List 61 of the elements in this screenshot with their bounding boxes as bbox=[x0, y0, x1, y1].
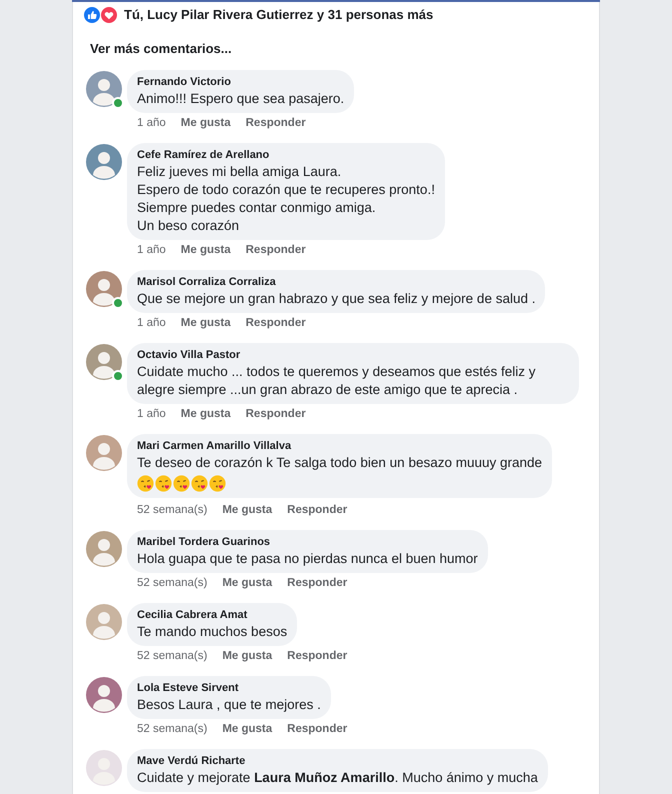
like-link[interactable]: Me gusta bbox=[222, 575, 272, 591]
reply-link[interactable]: Responder bbox=[246, 406, 306, 422]
comment-time: 52 semana(s) bbox=[137, 576, 208, 591]
avatar[interactable] bbox=[86, 677, 122, 713]
author-name[interactable]: Marisol Corraliza Corraliza bbox=[137, 275, 536, 290]
like-link[interactable]: Me gusta bbox=[180, 115, 231, 131]
comment-time: 52 semana(s) bbox=[137, 503, 208, 518]
author-name[interactable]: Maribel Tordera Guarinos bbox=[137, 535, 478, 550]
comment-text: Cuidate y mejorate Laura Muñoz Amarillo. Mucho ánimo y mucha bbox=[137, 769, 538, 787]
avatar[interactable] bbox=[86, 71, 122, 107]
comment-text: Hola guapa que te pasa no pierdas nunca el buen humor bbox=[137, 550, 478, 568]
comment-text: Te deseo de corazón k Te salga todo bien un besazo muuuy grande bbox=[137, 454, 542, 472]
like-link[interactable]: Me gusta bbox=[222, 502, 272, 518]
kiss-emoji-icon bbox=[173, 475, 190, 492]
comment-text: Besos Laura , que te mejores . bbox=[137, 696, 321, 714]
author-name[interactable]: Cecilia Cabrera Amat bbox=[137, 608, 288, 623]
avatar[interactable] bbox=[86, 604, 122, 640]
like-icon bbox=[84, 7, 100, 23]
like-link[interactable]: Me gusta bbox=[180, 406, 231, 422]
comment-time: 52 semana(s) bbox=[137, 649, 208, 664]
like-link[interactable]: Me gusta bbox=[180, 242, 231, 258]
reply-link[interactable]: Responder bbox=[287, 502, 348, 518]
comment-time: 1 año bbox=[137, 316, 166, 331]
comment-text: Te mando muchos besos bbox=[137, 623, 288, 641]
reply-link[interactable]: Responder bbox=[287, 575, 348, 591]
reactions-summary[interactable]: Tú, Lucy Pilar Rivera Gutierrez y 31 personas más bbox=[124, 5, 434, 25]
avatar[interactable] bbox=[86, 344, 122, 380]
kiss-emoji-icon bbox=[191, 475, 208, 492]
comment-time: 52 semana(s) bbox=[137, 722, 208, 737]
avatar[interactable] bbox=[86, 144, 122, 180]
comment-text: Animo!!! Espero que sea pasajero. bbox=[137, 90, 344, 108]
like-link[interactable]: Me gusta bbox=[222, 648, 272, 664]
author-name[interactable]: Lola Esteve Sirvent bbox=[137, 681, 321, 696]
comment-text: Que se mejore un gran habrazo y que sea feliz y mejore de salud . bbox=[137, 290, 536, 308]
reply-link[interactable]: Responder bbox=[246, 242, 306, 258]
avatar[interactable] bbox=[86, 531, 122, 567]
author-name[interactable]: Mari Carmen Amarillo Villalva bbox=[137, 439, 542, 454]
comment-text: Espero de todo corazón que te recuperes pronto.! bbox=[137, 181, 435, 199]
reply-link[interactable]: Responder bbox=[246, 115, 306, 131]
kiss-emoji-icon bbox=[155, 475, 172, 492]
comment-time: 1 año bbox=[137, 116, 166, 131]
like-link[interactable]: Me gusta bbox=[180, 315, 231, 331]
avatar[interactable] bbox=[86, 271, 122, 307]
comment-time: 1 año bbox=[137, 407, 166, 422]
author-name[interactable]: Fernando Victorio bbox=[137, 75, 344, 90]
reply-link[interactable]: Responder bbox=[287, 721, 348, 737]
comment-text: Cuidate mucho ... todos te queremos y deseamos que estés feliz y alegre siempre ...un gran abrazo de este amigo que te aprecia . bbox=[137, 363, 536, 399]
more-comments-link[interactable]: Ver más comentarios... bbox=[90, 39, 232, 58]
kiss-emoji-icon bbox=[209, 475, 226, 492]
author-name[interactable]: Mave Verdú Richarte bbox=[137, 754, 538, 769]
comment-time: 1 año bbox=[137, 243, 166, 258]
avatar[interactable] bbox=[86, 435, 122, 471]
like-link[interactable]: Me gusta bbox=[222, 721, 272, 737]
reply-link[interactable]: Responder bbox=[246, 315, 306, 331]
kiss-emoji-icon bbox=[137, 475, 154, 492]
comment-text: Feliz jueves mi bella amiga Laura. bbox=[137, 163, 342, 181]
comment-text: Siempre puedes contar conmigo amiga. bbox=[137, 199, 377, 217]
reply-link[interactable]: Responder bbox=[287, 648, 348, 664]
comment-text: Un beso corazón bbox=[137, 217, 240, 235]
author-name[interactable]: Cefe Ramírez de Arellano bbox=[137, 148, 435, 163]
author-name[interactable]: Octavio Villa Pastor bbox=[137, 348, 569, 363]
